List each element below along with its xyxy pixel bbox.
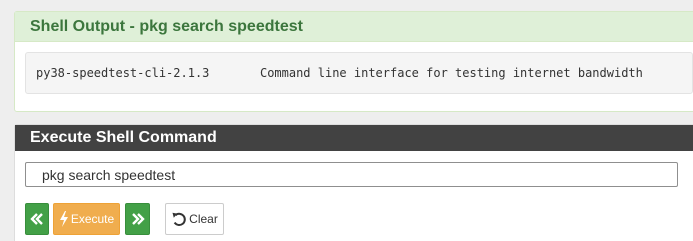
- shell-output-title: Shell Output - pkg search speedtest: [15, 12, 693, 42]
- execute-shell-title: Execute Shell Command: [15, 125, 693, 151]
- clear-button[interactable]: Clear: [165, 203, 224, 235]
- double-chevron-left-icon: [30, 213, 43, 225]
- command-input[interactable]: [25, 162, 678, 187]
- shell-output-panel: Shell Output - pkg search speedtest py38…: [14, 11, 693, 112]
- lightning-bolt-icon: [59, 211, 68, 227]
- page: Shell Output - pkg search speedtest py38…: [0, 0, 693, 241]
- shell-output-body: py38-speedtest-cli-2.1.3 Command line in…: [15, 42, 693, 104]
- previous-command-button[interactable]: [25, 203, 49, 235]
- undo-icon: [172, 212, 186, 226]
- shell-output-text: py38-speedtest-cli-2.1.3 Command line in…: [25, 52, 693, 94]
- double-chevron-right-icon: [131, 213, 145, 225]
- execute-label: Execute: [70, 212, 115, 226]
- execute-shell-panel: Execute Shell Command Execute Clear: [14, 124, 693, 241]
- next-command-button[interactable]: [125, 203, 150, 235]
- execute-button[interactable]: Execute: [53, 203, 120, 235]
- clear-label: Clear: [189, 212, 218, 226]
